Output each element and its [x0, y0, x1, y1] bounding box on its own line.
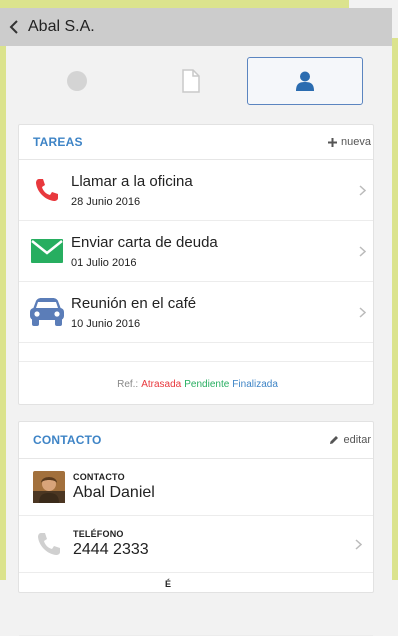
- avatar: [27, 471, 71, 503]
- frame-top: [0, 0, 349, 8]
- contact-name-row[interactable]: CONTACTO Abal Daniel: [19, 459, 373, 516]
- task-item[interactable]: Enviar carta de deuda 01 Julio 2016: [19, 221, 373, 282]
- contact-phone-label: TELÉFONO: [73, 529, 124, 539]
- task-title: Reunión en el café: [71, 294, 197, 312]
- chevron-left-icon[interactable]: [0, 20, 28, 34]
- chevron-right-icon: [351, 306, 373, 318]
- task-title: Enviar carta de deuda: [71, 233, 218, 251]
- legend-done: Finalizada: [232, 378, 278, 390]
- contact-name-label: CONTACTO: [73, 472, 125, 482]
- contact-header: CONTACTO editar: [19, 422, 373, 459]
- navbar: Abal S.A.: [0, 8, 392, 46]
- edit-contact-label: editar: [343, 434, 371, 446]
- envelope-icon: [23, 239, 71, 263]
- new-task-button[interactable]: nueva: [328, 136, 373, 148]
- task-date: 01 Julio 2016: [71, 256, 137, 269]
- tab-status[interactable]: [20, 57, 134, 105]
- car-icon: [23, 297, 71, 327]
- frame-right: [392, 38, 398, 580]
- tab-bar: [20, 57, 364, 105]
- new-task-label: nueva: [341, 136, 371, 148]
- chevron-right-icon: [351, 184, 373, 196]
- user-icon: [296, 71, 315, 91]
- contact-card: CONTACTO editar CONTACTO Abal Daniel TEL…: [18, 421, 374, 636]
- legend-prefix: Ref.:: [117, 378, 139, 390]
- page-title: Abal S.A.: [28, 18, 95, 35]
- task-item[interactable]: Llamar a la oficina 28 Junio 2016: [19, 160, 373, 221]
- chevron-right-icon: [351, 245, 373, 257]
- task-title: Llamar a la oficina: [71, 172, 193, 190]
- contact-phone-value: 2444 2333: [73, 541, 149, 558]
- chevron-right-icon: [347, 538, 369, 550]
- tab-contact[interactable]: [247, 57, 364, 105]
- frame-left: [0, 0, 6, 580]
- edit-contact-button[interactable]: editar: [329, 434, 373, 446]
- document-icon: [181, 69, 200, 93]
- contact-title: CONTACTO: [33, 433, 102, 447]
- circle-icon: [66, 71, 87, 91]
- status-legend: Ref.: Atrasada Pendiente Finalizada: [19, 361, 373, 406]
- phone-icon: [27, 531, 71, 557]
- plus-icon: [328, 137, 338, 147]
- pencil-icon: [330, 436, 339, 444]
- tasks-card: TAREAS nueva Llamar a la oficina 28 Juni…: [18, 124, 374, 405]
- contact-phone-row[interactable]: TELÉFONO 2444 2333: [19, 516, 373, 573]
- contact-email-row[interactable]: É: [19, 573, 373, 636]
- tab-documents[interactable]: [134, 57, 248, 105]
- contact-email-label: É: [165, 579, 172, 589]
- tasks-title: TAREAS: [33, 135, 83, 149]
- task-date: 10 Junio 2016: [71, 317, 141, 330]
- contact-name-value: Abal Daniel: [73, 484, 155, 501]
- legend-pending: Pendiente: [184, 378, 230, 390]
- phone-icon: [23, 177, 71, 203]
- legend-late: Atrasada: [141, 378, 182, 390]
- tasks-header: TAREAS nueva: [19, 125, 373, 160]
- task-item[interactable]: Reunión en el café 10 Junio 2016: [19, 282, 373, 343]
- task-date: 28 Junio 2016: [71, 195, 141, 208]
